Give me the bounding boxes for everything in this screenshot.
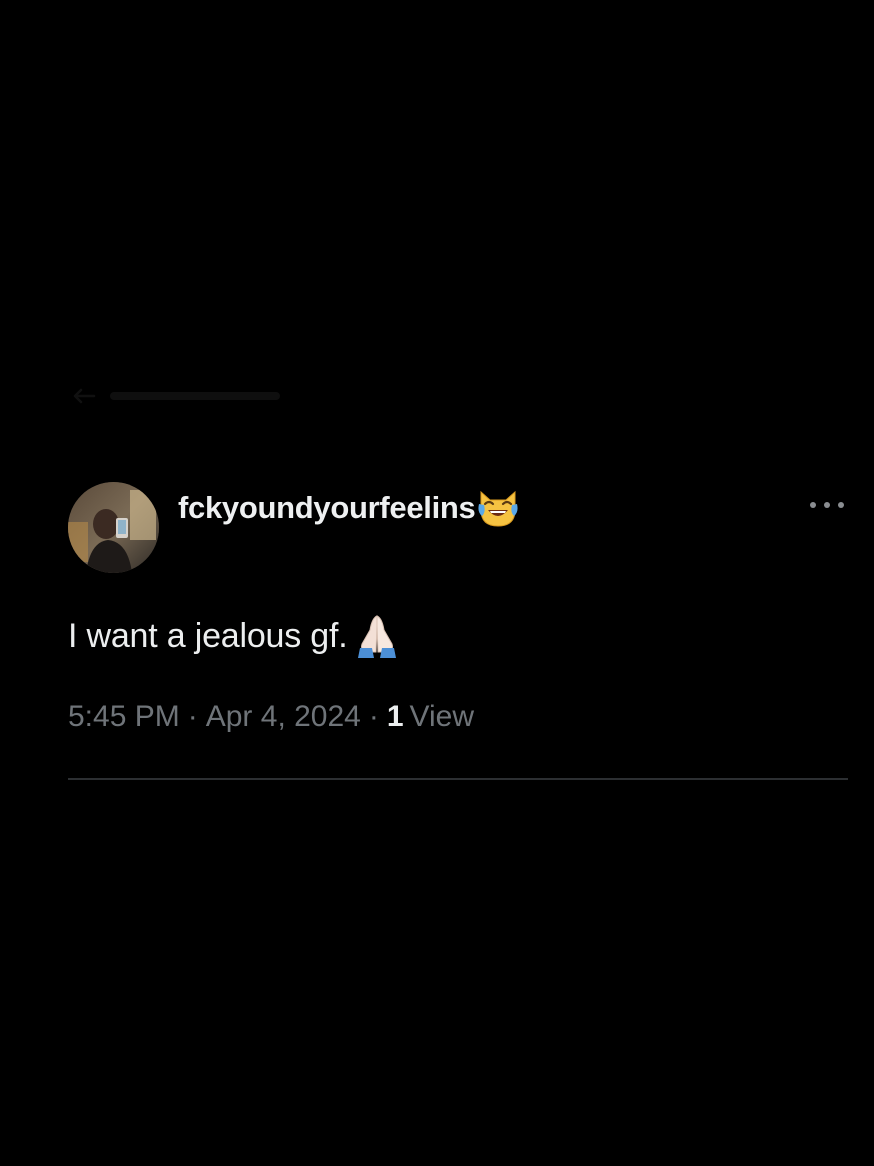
cat-tears-of-joy-emoji-icon <box>478 490 519 527</box>
tweet-date[interactable]: Apr 4, 2024 <box>206 700 361 734</box>
more-options-button[interactable] <box>810 498 844 512</box>
tweet-time[interactable]: 5:45 PM <box>68 700 180 734</box>
avatar[interactable] <box>68 482 159 573</box>
meta-separator: · <box>187 700 198 733</box>
tweet-meta: 5:45 PM · Apr 4, 2024 · 1 View <box>68 700 474 734</box>
display-name-row: fckyoundyourfeelins <box>178 488 519 528</box>
tweet-text-row: I want a jealous gf. <box>68 612 402 660</box>
more-dot <box>824 502 830 508</box>
folded-hands-emoji-icon <box>357 615 396 658</box>
header-title-blur <box>110 392 280 400</box>
views-count: 1 <box>386 700 404 733</box>
divider <box>68 778 848 780</box>
views-label: View <box>409 700 475 733</box>
tweet-text: I want a jealous gf. <box>68 616 348 655</box>
tweet-detail-screen: fckyoundyourfeelins I want a jealous gf. <box>0 0 874 1166</box>
more-dot <box>838 502 844 508</box>
display-name[interactable]: fckyoundyourfeelins <box>178 490 476 526</box>
more-horizontal-icon <box>810 502 816 508</box>
tweet-header: fckyoundyourfeelins <box>68 482 848 574</box>
meta-separator: · <box>368 700 379 733</box>
tweet: fckyoundyourfeelins I want a jealous gf. <box>68 482 848 733</box>
back-arrow-icon[interactable] <box>72 388 96 404</box>
faint-header <box>72 386 280 406</box>
